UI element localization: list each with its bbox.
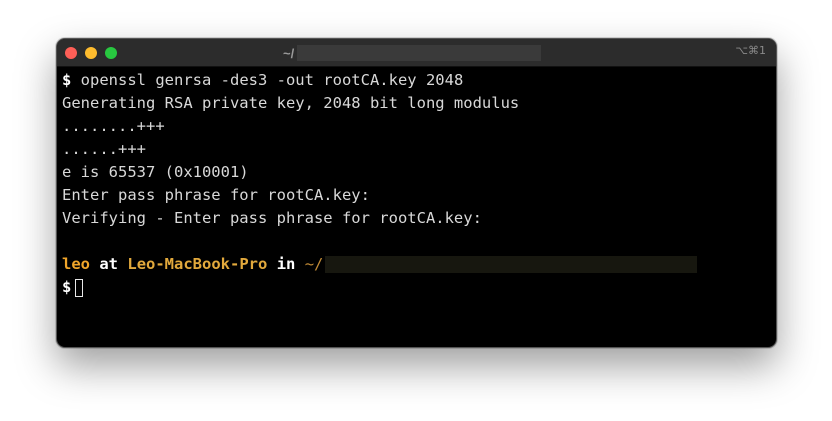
current-prompt-line[interactable]: $ xyxy=(62,276,767,299)
window-title: ~/ xyxy=(283,43,542,63)
command-line: $ openssl genrsa -des3 -out rootCA.key 2… xyxy=(62,69,767,92)
prompt-in: in xyxy=(276,255,296,273)
command-text: openssl genrsa -des3 -out rootCA.key 204… xyxy=(71,71,464,89)
window-title-text: ~/ xyxy=(283,45,295,61)
redacted-prompt-path xyxy=(325,256,698,273)
output-line: Enter pass phrase for rootCA.key: xyxy=(62,186,370,204)
title-bar[interactable]: ~/ ⌥⌘1 xyxy=(57,39,776,67)
prompt-at: at xyxy=(99,255,119,273)
output-line: Verifying - Enter pass phrase for rootCA… xyxy=(62,209,482,227)
terminal-output[interactable]: $ openssl genrsa -des3 -out rootCA.key 2… xyxy=(62,69,767,339)
prompt-info-line: leo at Leo-MacBook-Pro in ~/ xyxy=(62,253,767,276)
output-line: ......+++ xyxy=(62,140,146,158)
current-prompt-symbol: $ xyxy=(62,278,72,296)
terminal-window: ~/ ⌥⌘1 $ openssl genrsa -des3 -out rootC… xyxy=(56,38,777,348)
prompt-user: leo xyxy=(62,255,90,273)
output-line: Generating RSA private key, 2048 bit lon… xyxy=(62,94,520,112)
zoom-button[interactable] xyxy=(105,47,117,59)
minimize-button[interactable] xyxy=(85,47,97,59)
close-button[interactable] xyxy=(65,47,77,59)
output-line: e is 65537 (0x10001) xyxy=(62,163,249,181)
prompt-host: Leo-MacBook-Pro xyxy=(127,255,268,273)
text-cursor[interactable] xyxy=(75,278,84,297)
prompt-symbol: $ xyxy=(62,71,72,89)
window-shortcut: ⌥⌘1 xyxy=(735,44,766,57)
output-line: ........+++ xyxy=(62,117,165,135)
redacted-title-path xyxy=(297,45,542,61)
prompt-path: ~/ xyxy=(304,255,324,273)
